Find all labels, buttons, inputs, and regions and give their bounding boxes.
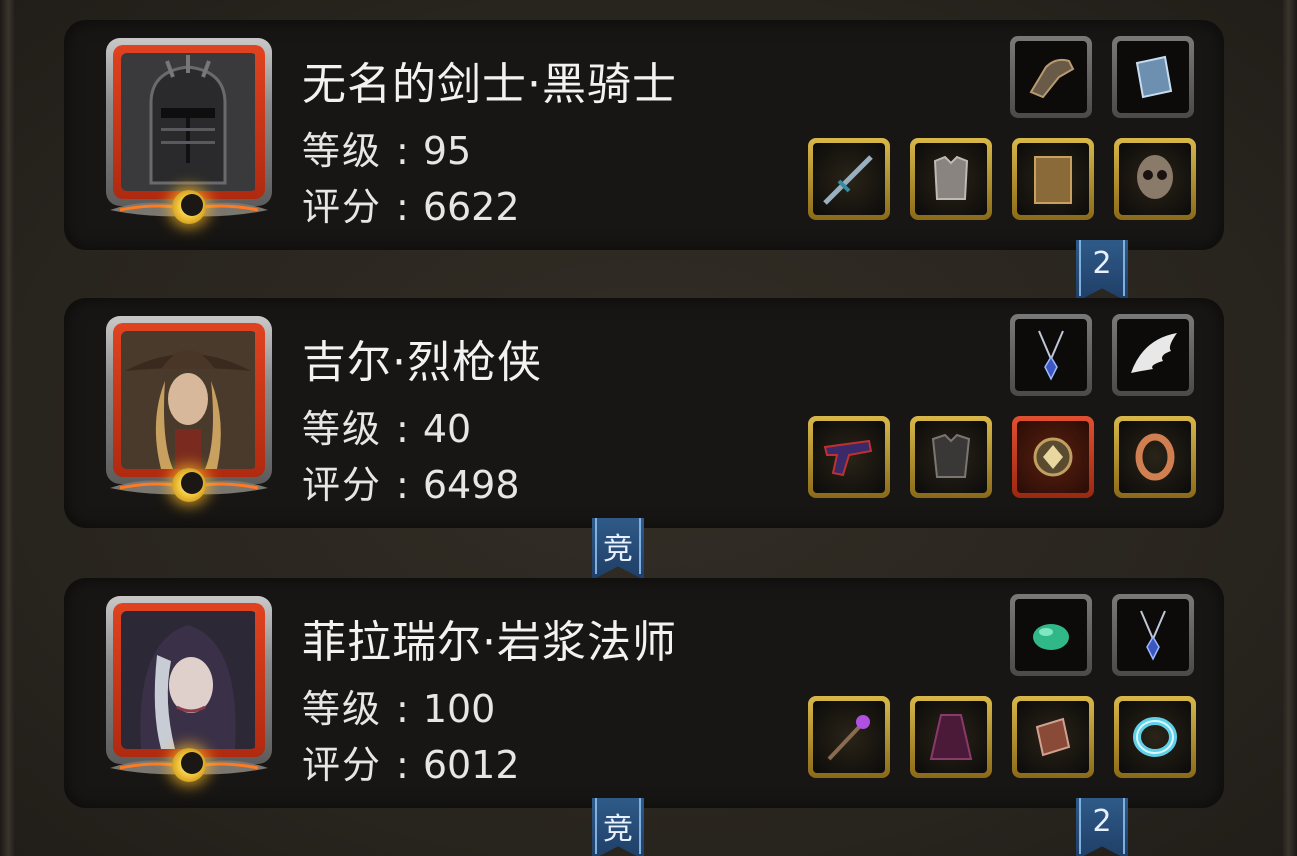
equip-slot-necklace[interactable] [1010,314,1092,396]
equip-slot-staff[interactable] [808,696,890,778]
level-row: 等级:95 [302,129,472,173]
necklace-icon [1140,610,1166,661]
ice-ring-icon [1133,717,1177,757]
level-row: 等级:40 [302,407,472,451]
rank-ribbon-badge: 2 [1076,240,1128,302]
score-row: 评分:6498 [302,463,520,507]
level-row: 等级:100 [302,687,496,731]
arena-ribbon-badge: 竞 [592,518,644,580]
character-portrait[interactable] [100,596,278,788]
equip-slot-amulet[interactable] [1012,416,1094,498]
level-value: 100 [422,687,496,731]
robe-icon [929,714,973,760]
level-value: 40 [422,407,472,451]
panel-frame-left [0,0,14,856]
book-icon [1135,55,1173,99]
moon-emblem-icon [172,190,206,224]
ribbon-text: 2 [1092,804,1112,839]
character-name: 吉尔·烈枪侠 [302,337,542,388]
scroll-icon [1034,156,1072,204]
score-value: 6498 [422,463,520,507]
equip-slot-book[interactable] [1112,36,1194,118]
rank-ribbon-badge: 2 [1076,798,1128,856]
equip-slot-jade-gem[interactable] [1010,594,1092,676]
jade-gem-icon [1033,624,1069,650]
level-label: 等级 [302,129,383,173]
dark-knight-helmet-portrait [121,53,257,191]
chest-armor-icon [933,155,969,200]
score-row: 评分:6622 [302,185,520,229]
character-card[interactable]: 无名的剑士·黑骑士 等级:95 评分:6622 [64,20,1224,250]
score-value: 6622 [422,185,520,229]
dark-armor-icon [931,433,971,478]
score-row: 评分:6012 [302,743,520,787]
character-portrait[interactable] [100,38,278,230]
ribbon-text: 竞 [603,812,633,847]
skull-mask-icon [1137,155,1173,199]
equip-slot-robe[interactable] [910,696,992,778]
ring-icon [1135,433,1175,481]
pistol-icon [823,439,873,477]
character-portrait[interactable] [100,316,278,508]
wing-icon [1131,333,1177,373]
level-value: 95 [422,129,472,173]
hooded-mage-portrait [121,611,257,749]
equip-slot-chest-armor[interactable] [910,138,992,220]
sword-icon [823,155,873,205]
level-label: 等级 [302,687,383,731]
gunslinger-woman-portrait [121,331,257,469]
bracer-icon [1035,717,1071,757]
equip-slot-wing[interactable] [1112,314,1194,396]
equip-slot-bracer[interactable] [1012,696,1094,778]
moon-emblem-icon [172,468,206,502]
score-value: 6012 [422,743,520,787]
character-card[interactable]: 菲拉瑞尔·岩浆法师 等级:100 评分:6012 [64,578,1224,808]
ribbon-text: 2 [1092,246,1112,281]
equip-slot-mask[interactable] [1114,138,1196,220]
score-label: 评分 [302,463,383,507]
gauntlet-icon [1029,58,1075,99]
character-card[interactable]: 吉尔·烈枪侠 等级:40 评分:6498 [64,298,1224,528]
equip-slot-ice-ring[interactable] [1114,696,1196,778]
score-label: 评分 [302,743,383,787]
moon-emblem-icon [172,748,206,782]
equip-slot-gauntlet[interactable] [1010,36,1092,118]
equip-slot-sword[interactable] [808,138,890,220]
score-label: 评分 [302,185,383,229]
level-label: 等级 [302,407,383,451]
equip-slot-scroll[interactable] [1012,138,1094,220]
necklace-icon [1038,330,1064,381]
amulet-icon [1033,437,1073,477]
equip-slot-pistol[interactable] [808,416,890,498]
staff-icon [827,715,870,761]
equip-slot-necklace[interactable] [1112,594,1194,676]
equip-slot-dark-armor[interactable] [910,416,992,498]
panel-frame-right [1283,0,1297,856]
character-name: 无名的剑士·黑骑士 [302,59,677,110]
arena-ribbon-badge: 竞 [592,798,644,856]
character-name: 菲拉瑞尔·岩浆法师 [302,617,677,668]
ribbon-text: 竞 [603,532,633,567]
equip-slot-ring[interactable] [1114,416,1196,498]
